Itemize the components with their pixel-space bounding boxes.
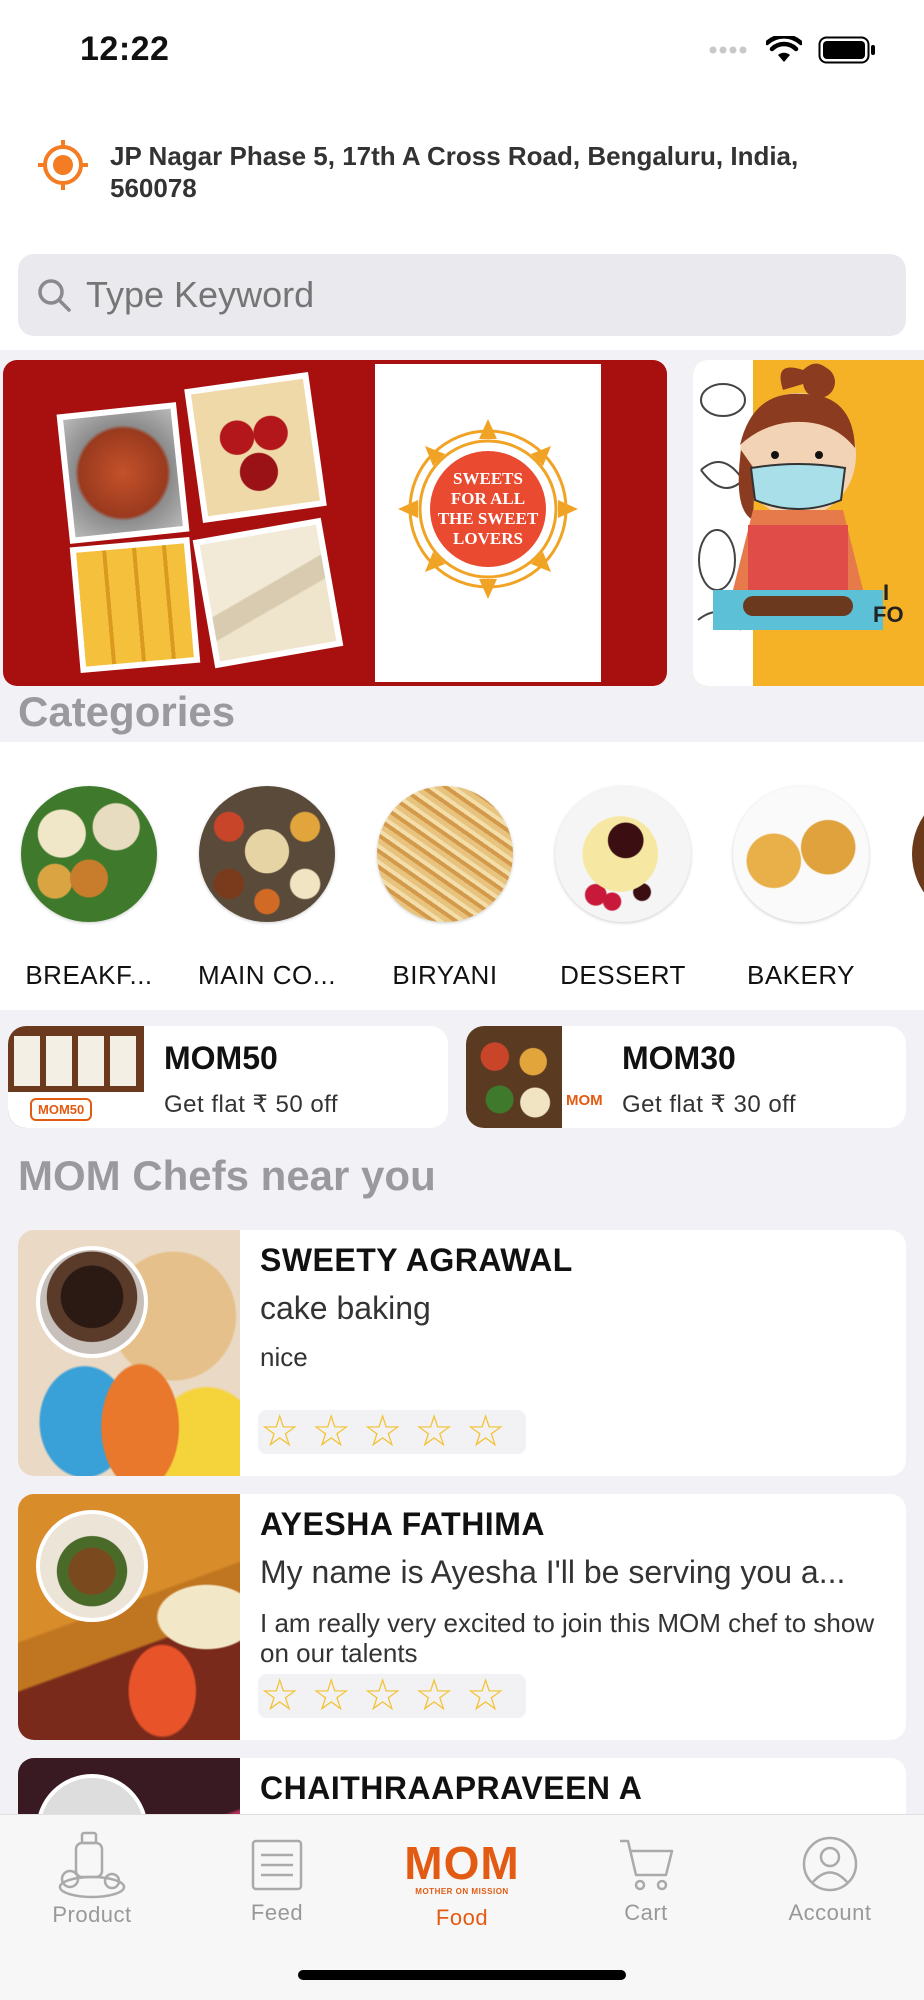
star-icon: ☆ xyxy=(260,1671,300,1720)
tab-cart[interactable]: Cart xyxy=(554,1829,738,1926)
product-icon xyxy=(58,1831,126,1899)
home-indicator[interactable] xyxy=(298,1970,626,1980)
tab-label: Food xyxy=(435,1905,489,1930)
star-icon: ☆ xyxy=(362,1407,403,1456)
chef-name: CHAITHRAAPRAVEEN A xyxy=(260,1770,643,1806)
chef-bio: nice xyxy=(260,1342,308,1372)
signal-icon xyxy=(709,46,747,54)
status-bar: 12:22 xyxy=(0,0,924,100)
search-box[interactable] xyxy=(18,254,906,336)
star-icon: ☆ xyxy=(260,1407,300,1456)
star-icon: ☆ xyxy=(311,1671,351,1720)
banner-sweets[interactable]: SWEETS FOR ALL THE SWEET LOVERS xyxy=(3,360,667,686)
battery-icon xyxy=(818,36,875,64)
tab-label: Cart xyxy=(624,1900,668,1925)
category-label: BREAKF... xyxy=(25,960,153,990)
star-icon: ☆ xyxy=(465,1671,506,1720)
account-icon xyxy=(802,1836,858,1892)
category-breakfast[interactable]: BREAKF... xyxy=(0,786,178,991)
category-dessert[interactable]: DESSERT xyxy=(534,786,712,991)
status-icons xyxy=(708,36,876,64)
category-next-peek[interactable] xyxy=(912,786,924,922)
category-label: BAKERY xyxy=(746,960,855,990)
banner-sweets-badge: SWEETS FOR ALL THE SWEET LOVERS xyxy=(437,469,539,548)
tab-label: Account xyxy=(788,1900,872,1925)
coupon-mom30[interactable]: MOM MOM30 Get flat ₹ 30 off xyxy=(466,1026,906,1128)
category-main-course-image xyxy=(199,786,335,922)
tab-feed[interactable]: Feed xyxy=(185,1829,369,1926)
category-dessert-image xyxy=(555,786,691,922)
chef-avatar xyxy=(36,1510,148,1622)
location-target-icon xyxy=(38,140,88,190)
category-label: BIRYANI xyxy=(392,960,498,990)
coupon-description: Get flat ₹ 50 off xyxy=(164,1091,339,1118)
banner-chef-illustration: I FO xyxy=(697,363,904,631)
tab-label: Product xyxy=(52,1902,132,1927)
category-breakfast-image xyxy=(21,786,157,922)
chef-card[interactable]: AYESHA FATHIMA My name is Ayesha I'll be… xyxy=(18,1494,906,1740)
coupon-mom30-image: MOM xyxy=(466,1026,602,1128)
chef-avatar xyxy=(36,1246,148,1358)
star-icon: ☆ xyxy=(311,1407,351,1456)
search-section xyxy=(0,240,924,350)
category-label: MAIN CO... xyxy=(198,960,336,990)
tab-product[interactable]: Product xyxy=(0,1829,184,1928)
wifi-icon xyxy=(766,36,802,62)
chef-specialty: My name is Ayesha I'll be serving you a.… xyxy=(260,1554,846,1590)
svg-text:FO: FO xyxy=(873,602,904,627)
feed-icon xyxy=(251,1839,303,1891)
location-address: JP Nagar Phase 5, 17th A Cross Road, Ben… xyxy=(110,141,799,203)
status-time: 12:22 xyxy=(80,30,170,68)
mom-logo-icon: MOM MOTHER ON MISSION xyxy=(404,1837,520,1896)
chef-card[interactable]: SWEETY AGRAWAL cake baking nice ☆ ☆ ☆ ☆ … xyxy=(18,1230,906,1476)
tab-label: Feed xyxy=(250,1900,304,1925)
coupon-code: MOM50 xyxy=(164,1040,278,1076)
categories-row[interactable]: BREAKF... MAIN CO... BIRYANI DESSERT BAK… xyxy=(0,742,924,1010)
coupon-mom50[interactable]: MOM50 MOM50 Get flat ₹ 50 off xyxy=(8,1026,448,1128)
location-bar[interactable]: JP Nagar Phase 5, 17th A Cross Road, Ben… xyxy=(0,100,924,240)
banner-sweets-card: SWEETS FOR ALL THE SWEET LOVERS xyxy=(375,364,601,682)
coupon-code: MOM30 xyxy=(622,1040,736,1076)
category-biryani[interactable]: BIRYANI xyxy=(356,786,534,991)
banner-photo-collage xyxy=(56,371,353,673)
star-icon: ☆ xyxy=(414,1671,454,1720)
chefs-section-title: MOM Chefs near you xyxy=(18,1152,436,1199)
coupon-mom50-image: MOM50 xyxy=(8,1026,144,1128)
chef-name: SWEETY AGRAWAL xyxy=(260,1242,573,1278)
category-bakery-image xyxy=(733,786,869,922)
chef-specialty: cake baking xyxy=(260,1290,431,1326)
chef-name: AYESHA FATHIMA xyxy=(260,1506,545,1542)
star-icon: ☆ xyxy=(362,1671,403,1720)
category-main-course[interactable]: MAIN CO... xyxy=(178,786,356,991)
categories-title: Categories xyxy=(18,688,236,735)
chef-rating: ☆ ☆ ☆ ☆ ☆ xyxy=(258,1410,526,1454)
tab-account[interactable]: Account xyxy=(738,1829,922,1926)
cart-icon xyxy=(620,1839,674,1891)
coupon-description: Get flat ₹ 30 off xyxy=(622,1091,797,1118)
chef-rating: ☆ ☆ ☆ ☆ ☆ xyxy=(258,1674,526,1718)
category-bakery[interactable]: BAKERY xyxy=(712,786,890,991)
search-input[interactable] xyxy=(86,274,866,316)
category-label: DESSERT xyxy=(560,960,686,990)
banner-carousel[interactable]: SWEETS FOR ALL THE SWEET LOVERS I FO xyxy=(0,350,924,690)
tab-food[interactable]: MOM MOTHER ON MISSION Food xyxy=(370,1829,554,1931)
search-icon xyxy=(38,279,71,312)
star-icon: ☆ xyxy=(414,1407,454,1456)
category-biryani-image xyxy=(377,786,513,922)
chef-bio: I am really very excited to join this MO… xyxy=(260,1608,875,1668)
star-icon: ☆ xyxy=(465,1407,506,1456)
banner-mom-chef[interactable]: I FO xyxy=(693,360,924,686)
